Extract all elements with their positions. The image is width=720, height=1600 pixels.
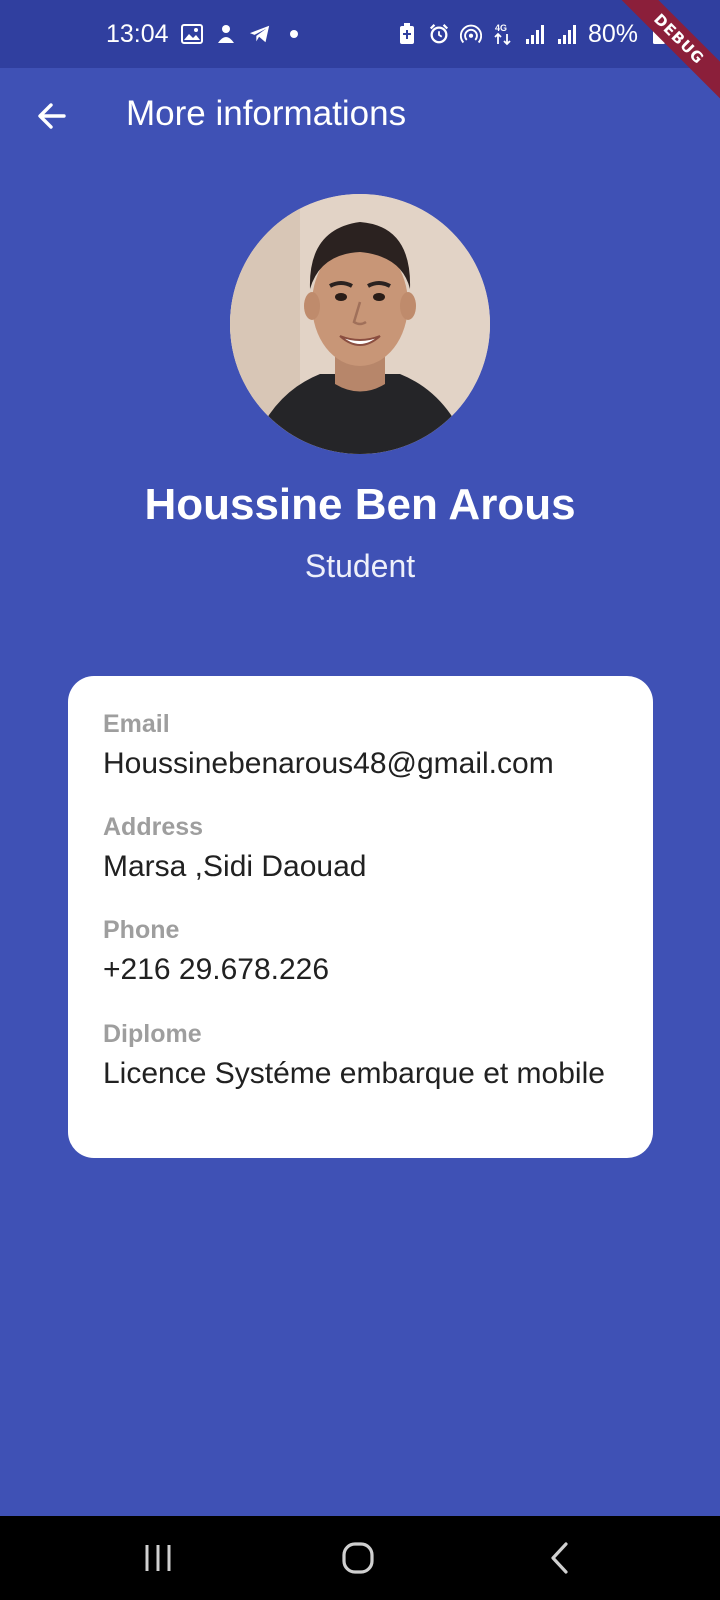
avatar xyxy=(230,194,490,454)
address-label: Address xyxy=(103,813,204,841)
app-icon xyxy=(215,23,237,45)
email-value: Houssinebenarous48@gmail.com xyxy=(103,747,554,780)
battery-percent: 80% xyxy=(587,19,638,48)
dot-icon xyxy=(283,23,305,45)
home-button[interactable] xyxy=(328,1534,388,1582)
profile-role: Student xyxy=(304,548,416,584)
arrow-back-icon xyxy=(38,103,66,129)
recent-apps-button[interactable] xyxy=(128,1534,188,1582)
info-item-diplome: Diplome Licence Systéme embarque et mobi… xyxy=(103,1020,605,1091)
data-arrows-icon: 4G xyxy=(492,23,514,46)
svg-text:4G: 4G xyxy=(495,23,507,33)
system-back-button[interactable] xyxy=(530,1534,590,1582)
status-left: 13:04 xyxy=(106,0,305,68)
signal-icon xyxy=(524,23,546,45)
battery-icon xyxy=(648,23,670,45)
phone-value: +216 29.678.226 xyxy=(103,953,330,986)
info-item-phone: Phone +216 29.678.226 xyxy=(103,916,329,987)
email-label: Email xyxy=(103,710,170,738)
app-bar: More informations xyxy=(0,68,720,166)
back-icon xyxy=(551,1542,568,1574)
recent-apps-icon xyxy=(145,1545,171,1571)
home-icon xyxy=(342,1542,374,1574)
status-time: 13:04 xyxy=(106,19,169,48)
telegram-icon xyxy=(249,23,271,45)
system-nav-bar xyxy=(0,1516,720,1600)
page-title: More informations xyxy=(126,94,407,133)
profile-name: Houssine Ben Arous xyxy=(144,480,576,529)
info-card: Email Houssinebenarous48@gmail.com Addre… xyxy=(68,676,653,1158)
alarm-icon xyxy=(428,23,450,45)
hotspot-icon xyxy=(459,23,482,45)
diplome-value: Licence Systéme embarque et mobile xyxy=(103,1057,605,1090)
signal-icon xyxy=(556,23,578,45)
battery-saver-icon xyxy=(396,23,418,45)
profile-photo xyxy=(230,194,490,454)
info-item-address: Address Marsa ,Sidi Daouad xyxy=(103,813,366,884)
address-value: Marsa ,Sidi Daouad xyxy=(103,850,367,883)
status-right: 4G 80% xyxy=(396,0,670,68)
info-item-email: Email Houssinebenarous48@gmail.com xyxy=(103,710,554,781)
back-button[interactable] xyxy=(24,88,80,144)
phone-label: Phone xyxy=(103,916,180,944)
gallery-icon xyxy=(180,23,203,45)
status-bar: 13:04 4G 80% xyxy=(0,0,720,68)
diplome-label: Diplome xyxy=(103,1020,202,1048)
